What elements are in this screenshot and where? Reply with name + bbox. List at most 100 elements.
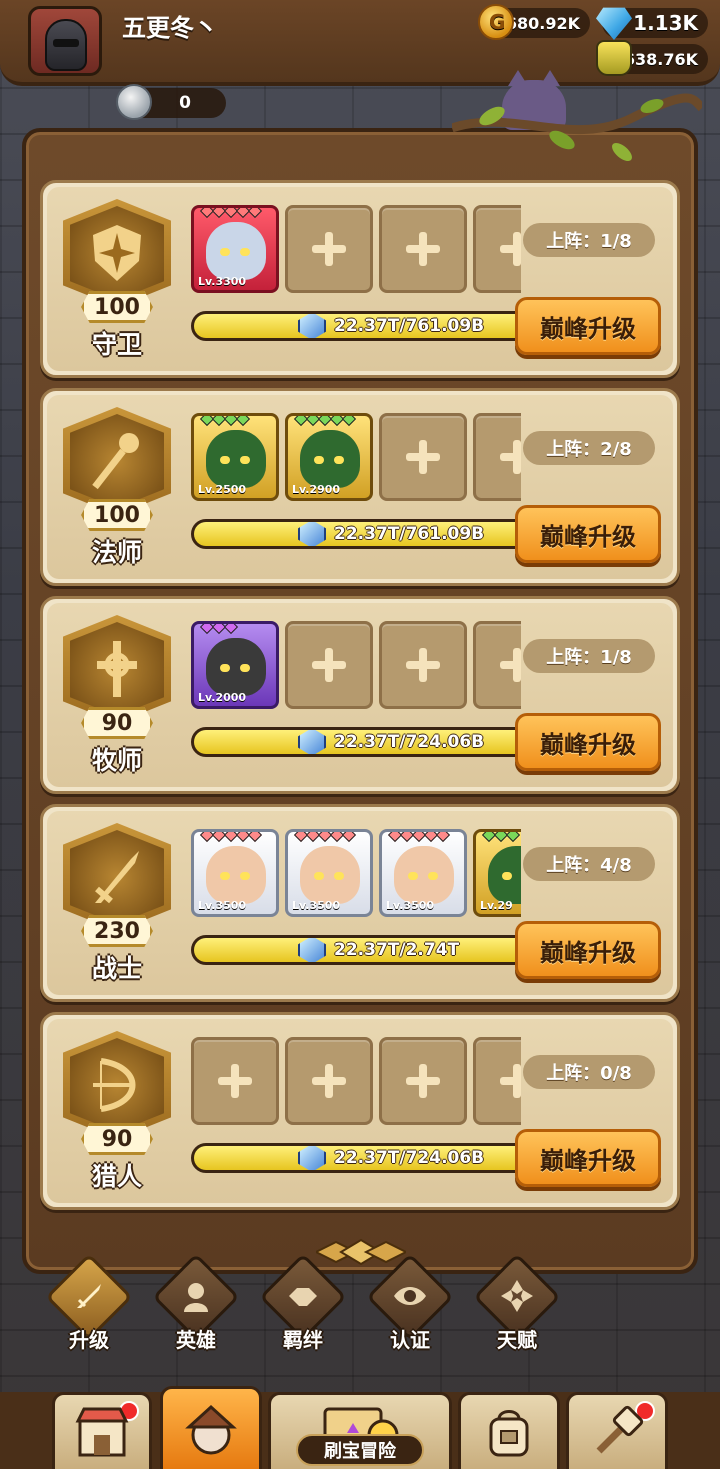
hero-hat-icon: [185, 1404, 237, 1455]
empty-hero-slot[interactable]: [379, 1037, 467, 1125]
plus-icon: [500, 1064, 521, 1098]
potion-value: 638.76K: [623, 49, 698, 69]
tab-bonds[interactable]: 羁绊: [259, 1253, 347, 1352]
hero-slot[interactable]: Lv.3500: [191, 829, 279, 917]
tab-heroes[interactable]: 英雄: [152, 1253, 240, 1352]
upgrade-progress-bar: 22.37T/2.74T: [191, 935, 531, 965]
nav-inventory[interactable]: [458, 1392, 560, 1469]
hero-slot[interactable]: Lv.3300: [191, 205, 279, 293]
empty-hero-slot[interactable]: [285, 205, 373, 293]
empty-hero-slot[interactable]: [473, 621, 521, 709]
hero-portrait: [394, 846, 454, 904]
progress-text: 22.37T/724.06B: [334, 732, 485, 752]
cross-emblem-icon: [97, 641, 137, 697]
potion-jar-icon: [596, 40, 632, 76]
rank-stars: [387, 832, 451, 843]
tab-certify[interactable]: 认证: [366, 1253, 454, 1352]
rank-stars: [199, 416, 251, 427]
sword-emblem-icon: [95, 851, 139, 904]
rank-stars: [199, 832, 263, 843]
empty-hero-slot[interactable]: [379, 205, 467, 293]
hero-level: Lv.3500: [292, 899, 341, 912]
upgrade-progress-bar: 22.37T/724.06B: [191, 1143, 531, 1173]
plus-icon: [218, 1064, 252, 1098]
hero-portrait: [488, 846, 521, 904]
nav-shop[interactable]: [52, 1392, 152, 1469]
hero-level: Lv.3500: [198, 899, 247, 912]
gem-value: 1.13K: [633, 11, 698, 35]
empty-hero-slot[interactable]: [379, 413, 467, 501]
rank-stars: [293, 416, 357, 427]
peak-upgrade-button[interactable]: 巅峰升级: [515, 297, 661, 355]
hero-slots: Lv.2000: [191, 617, 521, 709]
class-name: 猎人: [91, 1162, 142, 1191]
player-avatar[interactable]: [28, 6, 102, 76]
hero-slot[interactable]: Lv.29: [473, 829, 521, 917]
class-level-badge: 100: [81, 499, 153, 531]
silver-counter[interactable]: 0: [116, 84, 226, 120]
hero-icon: [184, 1283, 208, 1312]
empty-hero-slot[interactable]: [473, 413, 521, 501]
player-name: 五更冬丶: [122, 14, 218, 42]
empty-hero-slot[interactable]: [379, 621, 467, 709]
hero-slot[interactable]: Lv.3500: [285, 829, 373, 917]
class-name: 守卫: [91, 330, 142, 359]
backpack-icon: [489, 1410, 529, 1457]
hammer-icon: [596, 1405, 644, 1454]
hero-slot[interactable]: Lv.2500: [191, 413, 279, 501]
class-emblem[interactable]: [63, 615, 171, 723]
talent-diamond-icon: [501, 1280, 533, 1312]
tab-talent[interactable]: 天赋: [473, 1253, 561, 1352]
deploy-count: 上阵：1/8: [523, 223, 655, 257]
shield-emblem-icon: [93, 225, 141, 281]
silver-coin-icon: [116, 84, 152, 120]
class-emblem[interactable]: [63, 823, 171, 931]
progress-text: 22.37T/2.74T: [334, 940, 460, 960]
upgrade-progress-bar: 22.37T/761.09B: [191, 519, 531, 549]
hero-portrait: [300, 846, 360, 904]
peak-upgrade-button[interactable]: 巅峰升级: [515, 713, 661, 771]
plus-icon: [312, 648, 346, 682]
rank-stars: [481, 832, 521, 843]
peak-upgrade-button[interactable]: 巅峰升级: [515, 1129, 661, 1187]
potion-counter[interactable]: 638.76K: [596, 40, 708, 76]
nav-forge[interactable]: [566, 1392, 668, 1469]
empty-hero-slot[interactable]: [285, 621, 373, 709]
empty-hero-slot[interactable]: [285, 1037, 373, 1125]
tab-heroes-label: 英雄: [176, 1328, 216, 1352]
rank-stars: [199, 624, 239, 635]
progress-text: 22.37T/724.06B: [334, 1148, 485, 1168]
peak-upgrade-button[interactable]: 巅峰升级: [515, 921, 661, 979]
hero-slot[interactable]: Lv.2000: [191, 621, 279, 709]
bow-emblem-icon: [93, 1058, 136, 1112]
tab-certify-label: 认证: [390, 1328, 430, 1352]
class-emblem[interactable]: [63, 1031, 171, 1139]
progress-text: 22.37T/761.09B: [334, 524, 485, 544]
class-card: 90 猎人 上阵：0/8 22.37T/724.06B 巅峰升级: [40, 1012, 680, 1210]
empty-hero-slot[interactable]: [191, 1037, 279, 1125]
hero-portrait: [206, 638, 266, 696]
class-card: 230 战士 Lv.3500 Lv.3500 Lv.3500 Lv.29 上阵：…: [40, 804, 680, 1002]
gem-counter[interactable]: 1.13K: [596, 7, 708, 40]
silver-value: 0: [179, 93, 191, 113]
class-card: 100 法师 Lv.2500 Lv.2900 上阵：2/8 22.37T/761…: [40, 388, 680, 586]
eye-icon: [394, 1287, 426, 1305]
peak-upgrade-button[interactable]: 巅峰升级: [515, 505, 661, 563]
class-name: 战士: [91, 954, 142, 983]
nav-heroes[interactable]: [160, 1386, 262, 1469]
plus-icon: [406, 1064, 440, 1098]
adventure-label: 刷宝冒险: [296, 1434, 424, 1466]
class-emblem[interactable]: [63, 199, 171, 307]
shop-icon: [75, 1407, 129, 1457]
empty-hero-slot[interactable]: [473, 205, 521, 293]
hero-slot[interactable]: Lv.3500: [379, 829, 467, 917]
gem-icon: [596, 7, 632, 40]
empty-hero-slot[interactable]: [473, 1037, 521, 1125]
hero-slot[interactable]: Lv.2900: [285, 413, 373, 501]
gold-counter[interactable]: 680.92K: [478, 4, 590, 40]
deploy-count: 上阵：0/8: [523, 1055, 655, 1089]
plus-icon: [406, 440, 440, 474]
hero-portrait: [206, 846, 266, 904]
tab-upgrade[interactable]: 升级: [45, 1253, 133, 1352]
class-emblem[interactable]: [63, 407, 171, 515]
